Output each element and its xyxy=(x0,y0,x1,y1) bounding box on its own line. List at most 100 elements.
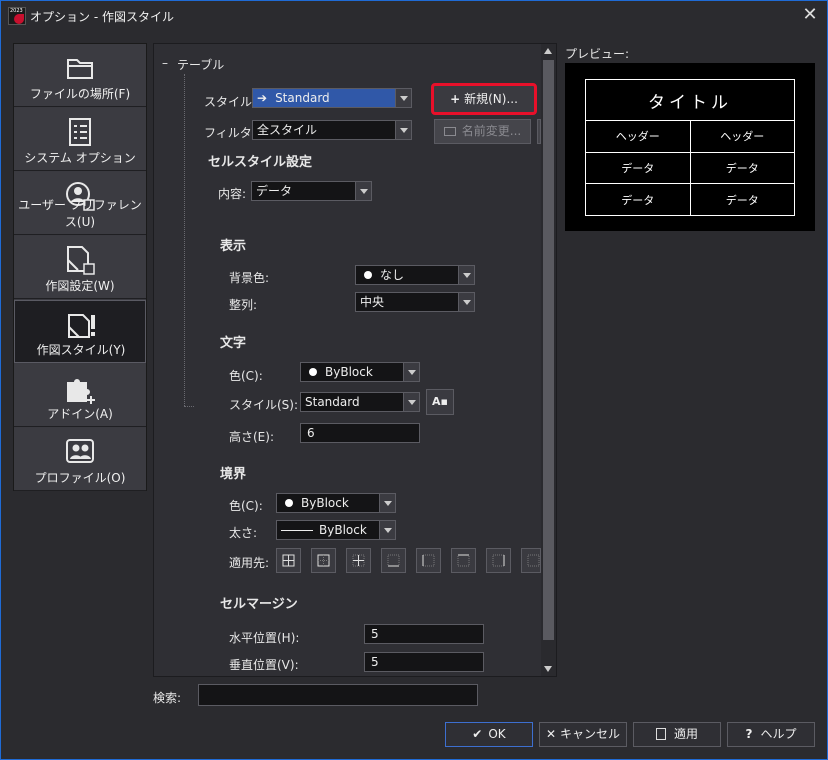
puzzle-icon xyxy=(67,379,95,404)
tree-node-table[interactable]: テーブル xyxy=(177,56,224,73)
close-icon[interactable]: ✕ xyxy=(800,5,820,25)
delete-style-button[interactable] xyxy=(537,119,541,144)
border-color-select[interactable]: ByBlock xyxy=(276,493,396,513)
nav-item-user-preferences[interactable]: ユーザー プリファレンス(U) xyxy=(14,172,146,235)
rename-style-button[interactable]: 名前変更... xyxy=(434,119,531,144)
drawing-style-icon xyxy=(68,314,95,338)
text-header: 文字 xyxy=(220,336,247,351)
chevron-down-icon[interactable] xyxy=(379,494,395,512)
scroll-up-icon[interactable] xyxy=(544,48,552,54)
border-bottom-icon[interactable] xyxy=(381,548,406,573)
window-title: オプション - 作図スタイル xyxy=(30,10,174,24)
plus-icon: + xyxy=(450,92,461,106)
nav-item-label: アドイン(A) xyxy=(47,407,113,421)
preview-data-cell: データ xyxy=(689,183,795,216)
help-button[interactable]: ? ヘルプ xyxy=(727,722,815,747)
tree-line xyxy=(184,74,185,406)
apply-button[interactable]: 適用 xyxy=(633,722,721,747)
preview-header-cell: ヘッダー xyxy=(689,120,795,153)
color-swatch-icon xyxy=(285,499,293,507)
rename-icon xyxy=(443,127,456,136)
bg-color-select[interactable]: なし xyxy=(355,265,475,285)
folder-icon xyxy=(67,59,93,79)
nav-item-label: ファイルの場所(F) xyxy=(29,87,131,101)
content-label: 内容: xyxy=(218,187,247,201)
nav-item-label: 作図スタイル(Y) xyxy=(36,343,126,357)
app-logo-icon: 2023 xyxy=(8,7,26,25)
profile-icon xyxy=(66,439,94,463)
nav-item-label: システム オプション xyxy=(24,151,136,165)
color-swatch-icon xyxy=(364,271,372,279)
apply-to-label: 適用先: xyxy=(229,556,270,570)
nav-item-drawing-style[interactable]: 作図スタイル(Y) xyxy=(14,300,146,363)
options-nav: ファイルの場所(F) システム オプション ユーザー プリファレンス(U) 作図… xyxy=(13,43,147,491)
text-style-label: スタイル(S): xyxy=(229,398,299,412)
horizontal-margin-input[interactable]: 5 xyxy=(364,624,484,644)
cancel-button[interactable]: ✕ キャンセル xyxy=(539,722,627,747)
thickness-label: 太さ: xyxy=(229,526,258,540)
close-icon: ✕ xyxy=(545,727,557,741)
nav-item-drawing-settings[interactable]: 作図設定(W) xyxy=(14,236,146,299)
search-input[interactable] xyxy=(198,684,478,706)
chevron-down-icon[interactable] xyxy=(403,393,419,411)
text-style-settings-icon[interactable]: A▪ xyxy=(426,389,454,415)
chevron-down-icon[interactable] xyxy=(395,121,411,139)
nav-item-system-options[interactable]: システム オプション xyxy=(14,108,146,171)
vertical-margin-label: 垂直位置(V): xyxy=(229,658,299,672)
preview-header-cell: ヘッダー xyxy=(585,120,691,153)
border-header: 境界 xyxy=(220,467,247,482)
chevron-down-icon[interactable] xyxy=(458,293,474,311)
style-select[interactable]: ➔ Standard xyxy=(252,88,412,108)
border-all-icon[interactable] xyxy=(276,548,301,573)
help-icon: ? xyxy=(745,727,753,741)
chevron-down-icon[interactable] xyxy=(403,363,419,381)
border-none-icon[interactable] xyxy=(521,548,541,573)
chevron-down-icon[interactable] xyxy=(379,521,395,539)
filter-label: フィルタ: xyxy=(204,126,256,140)
arrow-right-icon: ➔ xyxy=(257,91,268,105)
nav-item-label: プロファイル(O) xyxy=(34,471,126,485)
border-color-label: 色(C): xyxy=(229,499,263,513)
nav-item-label: 作図設定(W) xyxy=(45,279,115,293)
content-select[interactable]: データ xyxy=(251,181,372,201)
cell-margin-header: セルマージン xyxy=(220,597,298,612)
chevron-down-icon[interactable] xyxy=(395,89,411,107)
bg-color-label: 背景色: xyxy=(229,271,270,285)
vertical-margin-input[interactable]: 5 xyxy=(364,652,484,672)
settings-scrollbar[interactable] xyxy=(541,44,556,676)
ok-button[interactable]: ✔ OK xyxy=(445,722,533,747)
preview-data-cell: データ xyxy=(689,151,795,185)
border-left-icon[interactable] xyxy=(416,548,441,573)
table-preview: タイトル ヘッダー ヘッダー データ データ データ データ xyxy=(565,63,815,231)
apply-doc-icon xyxy=(655,728,666,740)
text-color-select[interactable]: ByBlock xyxy=(300,362,420,382)
nav-item-addins[interactable]: アドイン(A) xyxy=(14,364,146,427)
filter-select[interactable]: 全スタイル xyxy=(252,120,412,140)
align-select[interactable]: 中央 xyxy=(355,292,475,312)
align-label: 整列: xyxy=(229,298,258,312)
nav-item-file-locations[interactable]: ファイルの場所(F) xyxy=(14,44,146,107)
border-top-icon[interactable] xyxy=(451,548,476,573)
display-header: 表示 xyxy=(220,239,247,254)
horizontal-margin-label: 水平位置(H): xyxy=(229,631,300,645)
preview-title-cell: タイトル xyxy=(585,79,795,121)
tree-collapse-toggle[interactable]: – xyxy=(162,56,168,70)
border-right-icon[interactable] xyxy=(486,548,511,573)
border-outside-icon[interactable] xyxy=(311,548,336,573)
nav-item-profiles[interactable]: プロファイル(O) xyxy=(14,428,146,491)
cell-style-header: セルスタイル設定 xyxy=(208,155,313,170)
border-inside-icon[interactable] xyxy=(346,548,371,573)
preview-label: プレビュー: xyxy=(565,47,630,61)
tree-line xyxy=(184,406,194,407)
new-style-button[interactable]: + 新規(N)... xyxy=(431,83,537,115)
checklist-icon xyxy=(69,118,91,146)
color-swatch-icon xyxy=(309,368,317,376)
text-style-select[interactable]: Standard xyxy=(300,392,420,412)
thickness-select[interactable]: ByBlock xyxy=(276,520,396,540)
scroll-thumb[interactable] xyxy=(543,60,554,640)
chevron-down-icon[interactable] xyxy=(458,266,474,284)
scroll-down-icon[interactable] xyxy=(544,666,552,672)
search-label: 検索: xyxy=(153,691,182,705)
text-height-input[interactable]: 6 xyxy=(300,423,420,443)
chevron-down-icon[interactable] xyxy=(355,182,371,200)
